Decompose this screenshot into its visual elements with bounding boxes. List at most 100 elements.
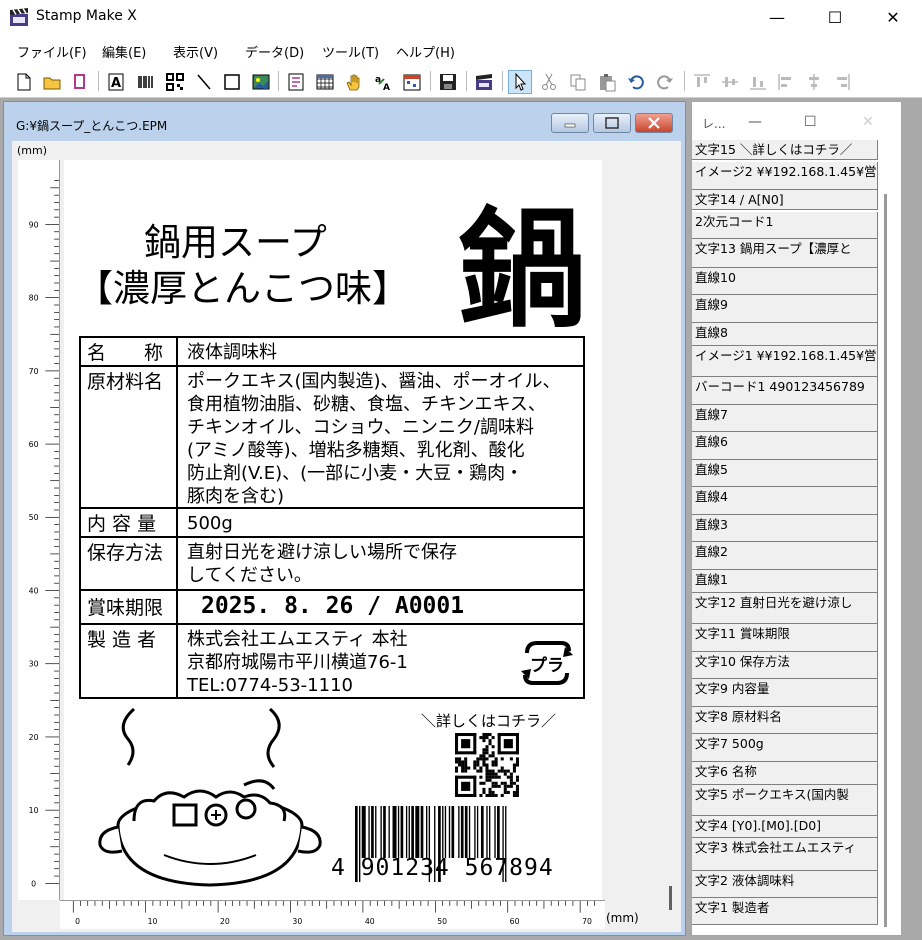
align-bottom-icon[interactable] bbox=[746, 70, 770, 94]
barcode-tool-icon[interactable] bbox=[134, 70, 158, 94]
menu-edit[interactable]: 編集(E) bbox=[102, 42, 146, 61]
layer-item[interactable]: 文字8 原材料名 bbox=[692, 707, 878, 734]
layer-item[interactable]: 直線3 bbox=[692, 515, 878, 542]
layer-item[interactable]: 直線1 bbox=[692, 570, 878, 593]
doc-close-button[interactable] bbox=[635, 113, 673, 133]
date-value[interactable]: 2025. 8. 26 / A0001 bbox=[201, 595, 464, 618]
qrcode-tool-icon[interactable] bbox=[163, 70, 187, 94]
storage-label[interactable]: 保存方法 bbox=[81, 538, 178, 589]
layer-item[interactable]: 直線10 bbox=[692, 268, 878, 295]
vertical-scrollbar[interactable] bbox=[669, 886, 672, 910]
rectangle-tool-icon[interactable] bbox=[220, 70, 244, 94]
template-icon[interactable] bbox=[68, 70, 92, 94]
layer-item[interactable]: 文字15 ＼詳しくはコチラ／ bbox=[692, 140, 878, 160]
layer-item[interactable]: イメージ2 ¥¥192.168.1.45¥営 bbox=[692, 162, 878, 190]
paste-icon[interactable] bbox=[595, 70, 619, 94]
product-title-line1[interactable]: 鍋用スープ bbox=[144, 222, 327, 264]
ingredients-label[interactable]: 原材料名 bbox=[81, 367, 178, 507]
maker-value[interactable]: 株式会社エムエスティ 本社 京都府城陽市平川横道76-1 TEL:0774-53… bbox=[187, 628, 408, 697]
save-icon[interactable] bbox=[436, 70, 460, 94]
print-icon[interactable] bbox=[472, 70, 496, 94]
layer-item[interactable]: 2次元コード1 bbox=[692, 212, 878, 239]
copy-icon[interactable] bbox=[566, 70, 590, 94]
layer-item[interactable]: 文字3 株式会社エムエスティ bbox=[692, 838, 878, 871]
layer-scrollbar[interactable] bbox=[884, 194, 887, 927]
align-right-icon[interactable] bbox=[830, 70, 854, 94]
layer-item[interactable]: 文字13 鍋用スープ【濃厚と bbox=[692, 239, 878, 268]
layer-item[interactable]: 文字11 賞味期限 bbox=[692, 624, 878, 652]
product-title-line2[interactable]: 【濃厚とんこつ味】 bbox=[76, 268, 409, 310]
layer-item[interactable]: 文字1 製造者 bbox=[692, 898, 878, 925]
hruler-label: 50 bbox=[437, 917, 447, 926]
undo-icon[interactable] bbox=[624, 70, 648, 94]
storage-value[interactable]: 直射日光を避け涼しい場所で保存 してください。 bbox=[187, 541, 457, 587]
minimize-button[interactable]: — bbox=[748, 0, 806, 35]
ingredients-line: (アミノ酸等)、増粘多糖類、乳化剤、酸化 bbox=[187, 440, 525, 461]
name-label[interactable]: 名 称 bbox=[81, 338, 178, 365]
open-folder-icon[interactable] bbox=[40, 70, 64, 94]
hand-pan-icon[interactable] bbox=[342, 70, 366, 94]
hruler-label: 40 bbox=[365, 917, 375, 926]
layer-item[interactable]: 直線4 bbox=[692, 487, 878, 515]
layer-item[interactable]: 文字5 ポークエキス(国内製 bbox=[692, 785, 878, 816]
properties-icon[interactable] bbox=[284, 70, 308, 94]
nabe-calligraphy-logo[interactable]: 鍋 bbox=[446, 202, 598, 330]
layer-item[interactable]: 直線9 bbox=[692, 295, 878, 323]
layer-item[interactable]: 文字2 液体調味料 bbox=[692, 871, 878, 898]
date-label[interactable]: 賞味期限 bbox=[81, 591, 178, 623]
align-top-icon[interactable] bbox=[690, 70, 714, 94]
layer-maximize-button[interactable]: ☐ bbox=[804, 114, 817, 130]
menu-file[interactable]: ファイル(F) bbox=[17, 42, 87, 61]
align-center-icon[interactable] bbox=[802, 70, 826, 94]
pointer-select-icon[interactable] bbox=[508, 70, 532, 94]
redo-icon[interactable] bbox=[653, 70, 677, 94]
align-middle-icon[interactable] bbox=[718, 70, 742, 94]
line-tool-icon[interactable] bbox=[192, 70, 216, 94]
layer-item[interactable]: バーコード1 490123456789 bbox=[692, 377, 878, 405]
maximize-button[interactable]: ☐ bbox=[806, 0, 864, 35]
calendar-icon[interactable] bbox=[400, 70, 424, 94]
close-button[interactable]: ✕ bbox=[864, 0, 922, 35]
doc-minimize-button[interactable] bbox=[551, 113, 589, 133]
layer-item[interactable]: 文字4 [Y0].[M0].[D0] bbox=[692, 816, 878, 838]
layer-item[interactable]: イメージ1 ¥¥192.168.1.45¥営 bbox=[692, 346, 878, 377]
layer-item[interactable]: 文字12 直射日光を避け涼し bbox=[692, 593, 878, 624]
pla-recycle-icon[interactable]: プラ bbox=[517, 635, 577, 691]
layer-item[interactable]: 文字9 内容量 bbox=[692, 679, 878, 707]
layer-item[interactable]: 直線8 bbox=[692, 323, 878, 346]
layer-item[interactable]: 直線5 bbox=[692, 460, 878, 487]
nabe-pot-illustration[interactable] bbox=[94, 705, 326, 895]
ingredients-line: チキンオイル、コショウ、ニンニク/調味料 bbox=[187, 417, 534, 438]
qr-caption[interactable]: ＼詳しくはコチラ／ bbox=[421, 710, 556, 731]
image-tool-icon[interactable] bbox=[249, 70, 273, 94]
layer-item[interactable]: 文字10 保存方法 bbox=[692, 652, 878, 679]
qr-code[interactable] bbox=[455, 733, 519, 797]
menu-help[interactable]: ヘルプ(H) bbox=[396, 42, 455, 61]
name-value[interactable]: 液体調味料 bbox=[187, 341, 277, 364]
ingredients-value[interactable]: ポークエキス(国内製造)、醤油、ポーオイル、 食用植物油脂、砂糖、食塩、チキンエ… bbox=[187, 370, 561, 508]
new-file-icon[interactable] bbox=[12, 70, 36, 94]
content-label[interactable]: 内 容 量 bbox=[81, 509, 178, 536]
layer-item[interactable]: 直線7 bbox=[692, 405, 878, 432]
menu-tools[interactable]: ツール(T) bbox=[322, 42, 379, 61]
layer-item[interactable]: 文字7 500g bbox=[692, 734, 878, 762]
align-left-icon[interactable] bbox=[774, 70, 798, 94]
layer-minimize-button[interactable]: — bbox=[748, 114, 762, 130]
maker-label[interactable]: 製 造 者 bbox=[81, 625, 178, 697]
text-tool-icon[interactable]: A bbox=[104, 70, 128, 94]
document-canvas[interactable]: (mm) 90 80 70 60 50 40 30 20 10 0 0 10 20 30 40 50 60 70… bbox=[12, 141, 681, 932]
barcode-digits[interactable]: 4 901234 567894 bbox=[331, 855, 554, 881]
grid-icon[interactable] bbox=[313, 70, 337, 94]
layer-item[interactable]: 文字6 名称 bbox=[692, 762, 878, 785]
doc-restore-button[interactable] bbox=[593, 113, 631, 133]
layer-close-button[interactable]: ✕ bbox=[862, 114, 874, 130]
cut-icon[interactable] bbox=[537, 70, 561, 94]
data-link-icon[interactable]: aA bbox=[371, 70, 395, 94]
layer-item[interactable]: 直線6 bbox=[692, 432, 878, 460]
label-design[interactable]: 鍋用スープ 【濃厚とんこつ味】 鍋 名 称 液体調味料 原材料名 ポークエキス(… bbox=[64, 160, 602, 900]
layer-item[interactable]: 直線2 bbox=[692, 542, 878, 570]
menu-view[interactable]: 表示(V) bbox=[173, 42, 218, 61]
layer-item[interactable]: 文字14 / A[N0] bbox=[692, 190, 878, 210]
menu-data[interactable]: データ(D) bbox=[245, 42, 304, 61]
content-value[interactable]: 500g bbox=[187, 512, 233, 535]
